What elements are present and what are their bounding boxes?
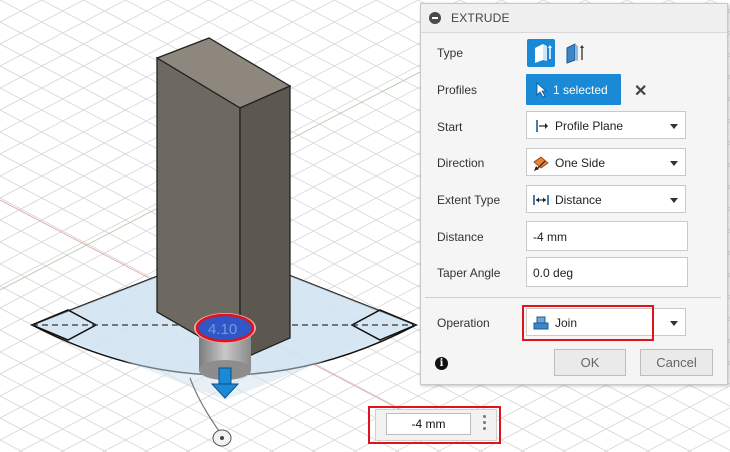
close-icon[interactable]: ✕ (634, 81, 647, 101)
chevron-down-icon (670, 161, 678, 166)
distance-value: -4 mm (533, 230, 567, 244)
operation-highlight-box (522, 305, 654, 341)
hud-distance-input[interactable]: -4 mm (386, 413, 471, 435)
profile-plane-icon (536, 120, 548, 132)
surface-extrude-icon[interactable] (563, 41, 587, 65)
extrude-panel: EXTRUDE Type Profiles 1 selected ✕ Start… (420, 3, 728, 385)
distance-label: Distance (437, 230, 484, 244)
taper-angle-value: 0.0 deg (533, 266, 574, 280)
dimension-label: 4.10 (208, 321, 237, 338)
divider (425, 297, 721, 298)
profiles-select-button[interactable]: 1 selected (526, 74, 621, 105)
start-dropdown[interactable]: Profile Plane (526, 111, 686, 139)
panel-title: EXTRUDE (451, 11, 510, 25)
one-side-icon (533, 156, 549, 171)
extent-type-label: Extent Type (437, 193, 501, 207)
chevron-down-icon (670, 124, 678, 129)
type-label: Type (437, 46, 464, 60)
ok-button[interactable]: OK (554, 349, 626, 376)
taper-angle-input[interactable]: 0.0 deg (526, 257, 688, 287)
direction-label: Direction (437, 156, 485, 170)
direction-value: One Side (555, 156, 606, 170)
extent-type-dropdown[interactable]: Distance (526, 185, 686, 213)
profiles-label: Profiles (437, 83, 478, 97)
box-body[interactable] (155, 37, 292, 362)
cancel-button[interactable]: Cancel (640, 349, 713, 376)
start-value: Profile Plane (555, 119, 624, 133)
direction-dropdown[interactable]: One Side (526, 148, 686, 176)
collapse-icon[interactable] (429, 12, 441, 24)
profiles-value: 1 selected (553, 83, 608, 97)
grip-dots-icon[interactable] (483, 415, 487, 433)
operation-label: Operation (437, 316, 490, 330)
start-label: Start (437, 120, 463, 134)
cursor-icon (536, 82, 548, 98)
chevron-down-icon (670, 321, 678, 326)
distance-icon (533, 195, 549, 205)
taper-angle-label: Taper Angle (437, 266, 501, 280)
distance-input[interactable]: -4 mm (526, 221, 688, 251)
extent-type-value: Distance (555, 193, 602, 207)
solid-extrude-button[interactable] (527, 39, 555, 67)
solid-extrude-icon (535, 44, 552, 63)
info-icon[interactable]: i (435, 357, 448, 370)
chevron-down-icon (670, 198, 678, 203)
panel-header: EXTRUDE (421, 4, 727, 33)
